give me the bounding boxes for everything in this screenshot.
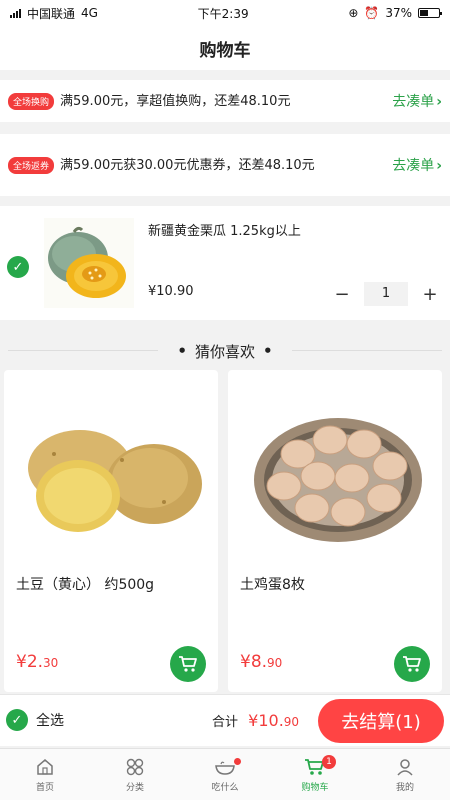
promo-text: 满59.00元获30.00元优惠券，还差48.10元 — [60, 157, 315, 173]
tab-label: 分类 — [125, 783, 144, 793]
add-to-cart-button[interactable] — [170, 646, 206, 682]
cart-icon — [403, 656, 421, 672]
product-price: ¥2.30 — [16, 652, 58, 672]
cart-icon — [179, 656, 197, 672]
tab-mine[interactable]: 我的 — [360, 749, 450, 800]
alarm-icon: ⏰ — [364, 6, 380, 20]
promo-link-label: 去凑单 — [392, 94, 435, 110]
tab-home[interactable]: 首页 — [0, 749, 90, 800]
tab-what-to-eat[interactable]: 吃什么 — [180, 749, 270, 800]
tab-label: 吃什么 — [211, 783, 239, 793]
select-all-toggle[interactable]: ✓ 全选 — [6, 709, 64, 731]
nav-bar: 购物车 — [0, 26, 450, 70]
eggs-image[interactable] — [238, 384, 432, 564]
product-name: 土豆（黄心） 约500g — [16, 577, 155, 593]
checkout-bar: ✓ 全选 合计 ¥10.90 去结算(1) — [0, 694, 450, 746]
promo-row-coupon[interactable]: 全场返券 满59.00元获30.00元优惠券，还差48.10元 去凑单 › — [0, 134, 450, 196]
item-checkbox[interactable]: ✓ — [7, 256, 29, 278]
product-card[interactable]: 土鸡蛋8枚 ¥8.90 — [228, 370, 442, 692]
status-left: 中国联通 4G — [10, 5, 98, 22]
price-integer: ¥8. — [240, 652, 268, 672]
quantity-input[interactable]: 1 — [364, 282, 408, 306]
tab-label: 购物车 — [301, 783, 329, 793]
increment-button[interactable]: + — [418, 284, 442, 305]
checkout-button[interactable]: 去结算(1) — [318, 699, 444, 743]
product-card[interactable]: 土豆（黄心） 约500g ¥2.30 — [4, 370, 218, 692]
tab-label: 我的 — [395, 783, 414, 793]
total-label: 合计 — [212, 715, 239, 730]
signal-icon — [10, 8, 21, 18]
category-icon — [124, 756, 146, 778]
total-price: ¥10.90 — [248, 711, 299, 730]
select-all-label: 全选 — [36, 713, 64, 729]
rotation-lock-icon: ⊕ — [348, 6, 359, 20]
promo-link-button[interactable]: 去凑单 › — [392, 91, 442, 111]
tab-category[interactable]: 分类 — [90, 749, 180, 800]
recommend-title: 猜你喜欢 — [194, 342, 255, 361]
promo-link-label: 去凑单 — [392, 158, 435, 174]
chevron-right-icon: › — [436, 158, 442, 174]
dot-icon: • — [263, 342, 273, 360]
promo-row-exchange[interactable]: 全场换购 满59.00元，享超值换购，还差48.10元 去凑单 › — [0, 80, 450, 122]
cart-badge: 1 — [322, 755, 336, 769]
notification-dot — [234, 758, 241, 765]
product-name: 土鸡蛋8枚 — [240, 577, 305, 593]
product-price: ¥8.90 — [240, 652, 282, 672]
checkmark-icon: ✓ — [12, 259, 24, 275]
network-label: 4G — [81, 6, 98, 20]
total-decimal: 90 — [283, 715, 300, 729]
dot-icon: • — [177, 342, 187, 360]
tab-bar: 首页 分类 吃什么 1 购物车 我的 — [0, 748, 450, 800]
tab-label: 首页 — [35, 783, 54, 793]
quantity-stepper: − 1 + — [330, 282, 442, 306]
decrement-button[interactable]: − — [330, 284, 354, 305]
potato-image[interactable] — [14, 384, 208, 564]
bowl-icon — [214, 756, 236, 778]
clock: 下午2:39 — [197, 6, 249, 21]
carrier-label: 中国联通 — [27, 6, 76, 21]
recommend-header: • 猜你喜欢 • — [0, 336, 450, 366]
price-decimal: 90 — [267, 656, 283, 670]
add-to-cart-button[interactable] — [394, 646, 430, 682]
status-right: ⊕ ⏰ 37% — [348, 6, 442, 20]
battery-icon — [418, 8, 442, 18]
home-icon — [34, 756, 56, 778]
price-integer: ¥2. — [16, 652, 44, 672]
item-price: ¥10.90 — [148, 284, 194, 299]
user-icon — [394, 756, 416, 778]
promo-tag: 全场返券 — [8, 156, 55, 174]
battery-percent: 37% — [385, 6, 412, 20]
promo-text: 满59.00元，享超值换购，还差48.10元 — [60, 93, 291, 109]
cart-item: ✓ 新疆黄金栗瓜 1.25kg以上 ¥10.90 − 1 + — [0, 206, 450, 320]
select-all-checkbox[interactable]: ✓ — [6, 709, 28, 731]
promo-link-button[interactable]: 去凑单 › — [392, 155, 442, 175]
total-integer: ¥10. — [248, 711, 284, 730]
total: 合计 ¥10.90 — [212, 711, 299, 730]
promo-tag: 全场换购 — [8, 92, 55, 110]
price-decimal: 30 — [43, 656, 59, 670]
tab-cart[interactable]: 1 购物车 — [270, 749, 360, 800]
chevron-right-icon: › — [436, 94, 442, 110]
pumpkin-image[interactable] — [44, 218, 134, 308]
page-title: 购物车 — [199, 40, 251, 61]
status-bar: 中国联通 4G 下午2:39 ⊕ ⏰ 37% — [0, 0, 450, 26]
checkmark-icon: ✓ — [11, 712, 23, 728]
item-name[interactable]: 新疆黄金栗瓜 1.25kg以上 — [148, 220, 301, 239]
